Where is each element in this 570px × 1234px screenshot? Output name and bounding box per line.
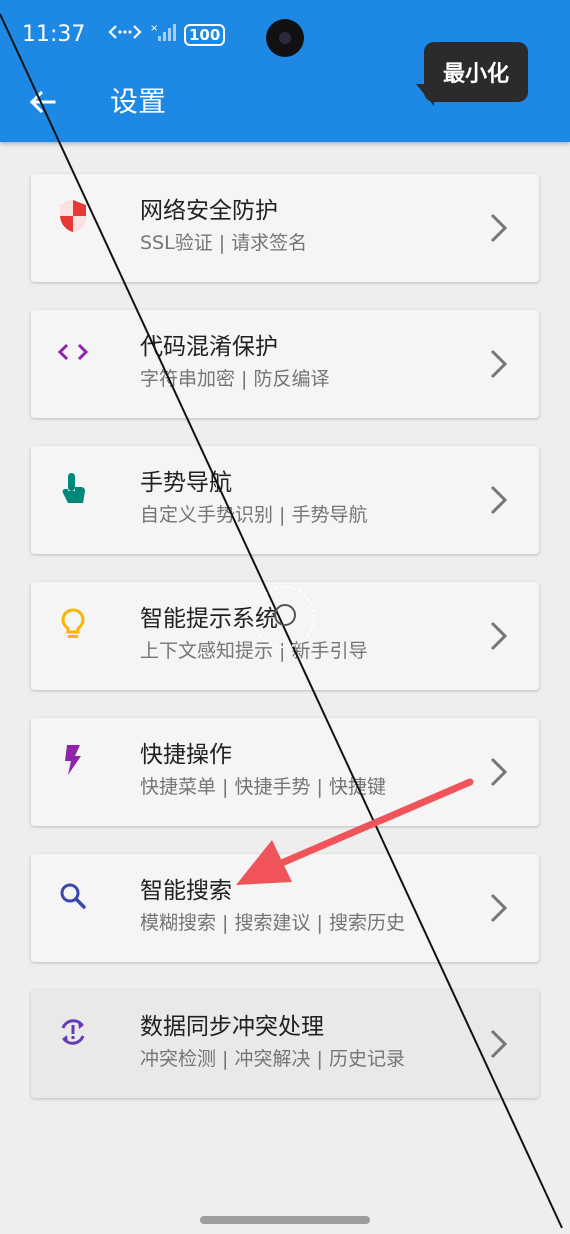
settings-item-title: 数据同步冲突处理 [140, 1014, 324, 1040]
settings-item-subtitle: 上下文感知提示 | 新手引导 [140, 640, 368, 662]
battery-indicator: 100 [184, 23, 226, 46]
data-transfer-icon [108, 22, 142, 47]
touch-icon [57, 472, 89, 504]
front-camera [266, 19, 304, 57]
status-time: 11:37 [22, 22, 86, 47]
chevron-right-icon [490, 893, 508, 923]
settings-item-subtitle: SSL验证 | 请求签名 [140, 232, 308, 254]
status-icons: × 100 [108, 22, 226, 47]
settings-item-title: 快捷操作 [140, 742, 232, 768]
chevron-right-icon [490, 621, 508, 651]
chevron-right-icon [490, 757, 508, 787]
settings-item-code-obfuscation[interactable]: 代码混淆保护 字符串加密 | 防反编译 [31, 310, 539, 418]
settings-item-quick-actions[interactable]: 快捷操作 快捷菜单 | 快捷手势 | 快捷键 [31, 718, 539, 826]
sync-alert-icon [57, 1016, 89, 1048]
lightning-icon [57, 744, 89, 776]
settings-item-title: 网络安全防护 [140, 198, 278, 224]
settings-item-gesture-navigation[interactable]: 手势导航 自定义手势识别 | 手势导航 [31, 446, 539, 554]
home-indicator[interactable] [200, 1216, 370, 1224]
settings-item-network-security[interactable]: 网络安全防护 SSL验证 | 请求签名 [31, 174, 539, 282]
svg-text:×: × [150, 23, 158, 34]
settings-item-sync-conflict[interactable]: 数据同步冲突处理 冲突检测 | 冲突解决 | 历史记录 [31, 990, 539, 1098]
settings-item-subtitle: 自定义手势识别 | 手势导航 [140, 504, 368, 526]
settings-item-subtitle: 冲突检测 | 冲突解决 | 历史记录 [140, 1048, 405, 1070]
settings-item-title: 代码混淆保护 [140, 334, 278, 360]
settings-item-title: 智能搜索 [140, 878, 232, 904]
arrow-left-icon [29, 90, 56, 114]
settings-item-subtitle: 字符串加密 | 防反编译 [140, 368, 330, 390]
chevron-right-icon [490, 485, 508, 515]
screen: 11:37 × 100 设置 最小化 网络安全防护 SSL验证 | 请求签名 代… [0, 0, 570, 1234]
search-icon [57, 880, 89, 912]
shield-icon [57, 200, 89, 232]
minimize-button[interactable]: 最小化 [424, 42, 528, 102]
lightbulb-icon [57, 608, 89, 640]
settings-list: 网络安全防护 SSL验证 | 请求签名 代码混淆保护 字符串加密 | 防反编译 [31, 174, 539, 1126]
settings-item-smart-search[interactable]: 智能搜索 模糊搜索 | 搜索建议 | 搜索历史 [31, 854, 539, 962]
page-title: 设置 [110, 85, 167, 118]
cellular-signal-icon: × [150, 22, 176, 47]
code-icon [57, 336, 89, 368]
settings-item-title: 智能提示系统 [140, 606, 278, 632]
back-button[interactable] [22, 82, 62, 122]
chevron-right-icon [490, 349, 508, 379]
settings-item-subtitle: 模糊搜索 | 搜索建议 | 搜索历史 [140, 912, 405, 934]
chevron-right-icon [490, 213, 508, 243]
chevron-right-icon [490, 1029, 508, 1059]
settings-item-title: 手势导航 [140, 470, 232, 496]
settings-item-subtitle: 快捷菜单 | 快捷手势 | 快捷键 [140, 776, 386, 798]
settings-item-smart-hints[interactable]: 智能提示系统 上下文感知提示 | 新手引导 [31, 582, 539, 690]
